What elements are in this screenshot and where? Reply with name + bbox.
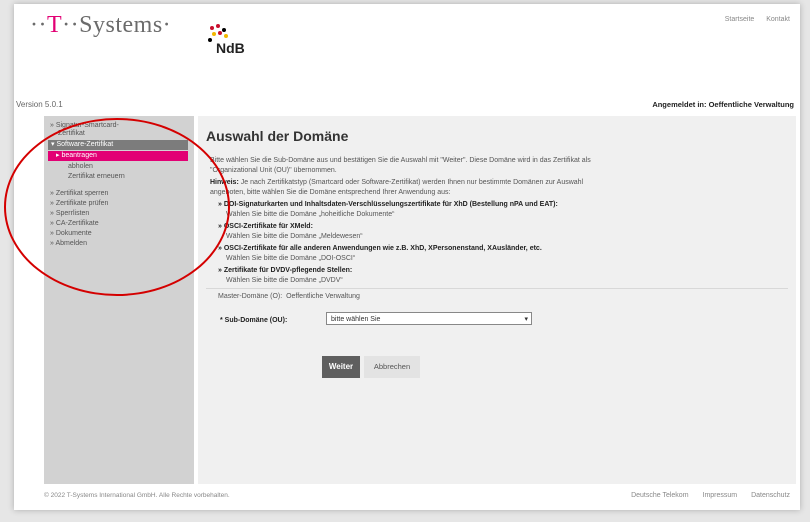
master-domain-value: Oeffentliche Verwaltung: [286, 293, 360, 300]
sidebar-item-documents[interactable]: » Dokumente: [50, 230, 92, 238]
master-domain-label: Master-Domäne (O):: [218, 293, 283, 300]
main-content: Auswahl der Domäne Bitte wählen Sie die …: [198, 116, 796, 484]
t-systems-logo[interactable]: ··T··Systems·: [30, 12, 171, 39]
option-xmeld-title: » OSCI-Zertifikate für XMeld:: [218, 223, 313, 230]
intro-line-2: "Organizational Unit (OU)" übernommen.: [210, 167, 337, 174]
hint-label: Hinweis:: [210, 179, 239, 186]
option-doi-desc: Wählen Sie bitte die Domäne „hoheitliche…: [226, 211, 395, 218]
logo-dots: ··: [30, 12, 47, 38]
ndb-logo: NdB: [204, 22, 274, 72]
option-doi-title: » DOI-Signaturkarten und Inhaltsdaten-Ve…: [218, 201, 558, 208]
hint-line-1: Hinweis: Je nach Zertifikatstyp (Smartca…: [210, 178, 583, 187]
sidebar-item-label: ▾ Software-Zertifikat: [51, 141, 114, 148]
option-title: Zertifikate für DVDV-pflegende Stellen:: [223, 267, 353, 274]
logged-in-status: Angemeldet in: Oeffentliche Verwaltung: [652, 100, 794, 109]
subdomain-select-value: bitte wählen Sie: [331, 316, 381, 323]
footer-link-telekom[interactable]: Deutsche Telekom: [631, 492, 688, 499]
footer-link-imprint[interactable]: Impressum: [703, 492, 738, 499]
divider: [206, 288, 788, 289]
master-domain-row: Master-Domäne (O): Oeffentliche Verwaltu…: [218, 292, 360, 301]
version-label: Version 5.0.1: [16, 100, 63, 109]
sidebar-item-revoke[interactable]: » Zertifikat sperren: [50, 190, 108, 198]
cancel-button[interactable]: Abbrechen: [364, 356, 420, 378]
option-title: OSCI-Zertifikate für alle anderen Anwend…: [223, 245, 542, 252]
sidebar-item-crl[interactable]: » Sperrlisten: [50, 210, 89, 218]
sidebar-item-signature-smartcard[interactable]: » Signatur-Smartcard-: [50, 122, 119, 130]
chevron-down-icon: ▾: [524, 316, 528, 323]
option-title: OSCI-Zertifikate für XMeld:: [223, 223, 313, 230]
intro-line-1: Bitte wählen Sie die Sub-Domäne aus und …: [210, 157, 591, 164]
sidebar-item-signature-smartcard-2[interactable]: Zertifikat: [58, 130, 85, 138]
option-title: DOI-Signaturkarten und Inhaltsdaten-Vers…: [223, 201, 558, 208]
ndb-label: NdB: [216, 40, 245, 56]
hint-line-2: angeboten, bitte wählen Sie die Domäne e…: [210, 189, 451, 196]
hint-text: Je nach Zertifikatstyp (Smartcard oder S…: [238, 179, 584, 186]
sidebar-item-logout[interactable]: » Abmelden: [50, 240, 87, 248]
sidebar-item-ca-certificates[interactable]: » CA-Zertifikate: [50, 220, 99, 228]
option-osci-title: » OSCI-Zertifikate für alle anderen Anwe…: [218, 245, 542, 252]
nav-link-contact[interactable]: Kontakt: [766, 16, 790, 23]
subdomain-label: * Sub-Domäne (OU):: [220, 317, 288, 324]
option-osci-desc: Wählen Sie bitte die Domäne „DOI-OSCI“: [226, 255, 356, 262]
sidebar-item-fetch[interactable]: abholen: [68, 163, 93, 171]
sidebar: » Signatur-Smartcard- Zertifikat ▾ Softw…: [44, 116, 194, 484]
footer-link-privacy[interactable]: Datenschutz: [751, 492, 790, 499]
sidebar-item-apply[interactable]: ▸ beantragen: [48, 151, 188, 161]
sidebar-item-software-certificate[interactable]: ▾ Software-Zertifikat: [48, 140, 188, 150]
subdomain-select[interactable]: bitte wählen Sie ▾: [326, 312, 532, 325]
page-container: ··T··Systems· NdB Startseite Kontakt Ver…: [14, 4, 800, 510]
copyright-text: © 2022 T-Systems International GmbH. All…: [44, 492, 230, 499]
nav-link-start[interactable]: Startseite: [725, 16, 755, 23]
option-dvdv-desc: Wählen Sie bitte die Domäne „DVDV“: [226, 277, 343, 284]
sidebar-item-check[interactable]: » Zertifikate prüfen: [50, 200, 108, 208]
logo-t: T: [46, 12, 63, 38]
footer-links: Deutsche Telekom Impressum Datenschutz: [619, 492, 790, 499]
sidebar-item-label: ▸ beantragen: [56, 152, 97, 159]
option-dvdv-title: » Zertifikate für DVDV-pflegende Stellen…: [218, 267, 353, 274]
next-button[interactable]: Weiter: [322, 356, 360, 378]
page-title: Auswahl der Domäne: [206, 128, 349, 144]
top-navigation: Startseite Kontakt: [715, 16, 790, 23]
sidebar-item-renew[interactable]: Zertifikat erneuern: [68, 173, 125, 181]
option-xmeld-desc: Wählen Sie bitte die Domäne „Meldewesen“: [226, 233, 363, 240]
logo-systems: ··Systems·: [62, 12, 172, 38]
